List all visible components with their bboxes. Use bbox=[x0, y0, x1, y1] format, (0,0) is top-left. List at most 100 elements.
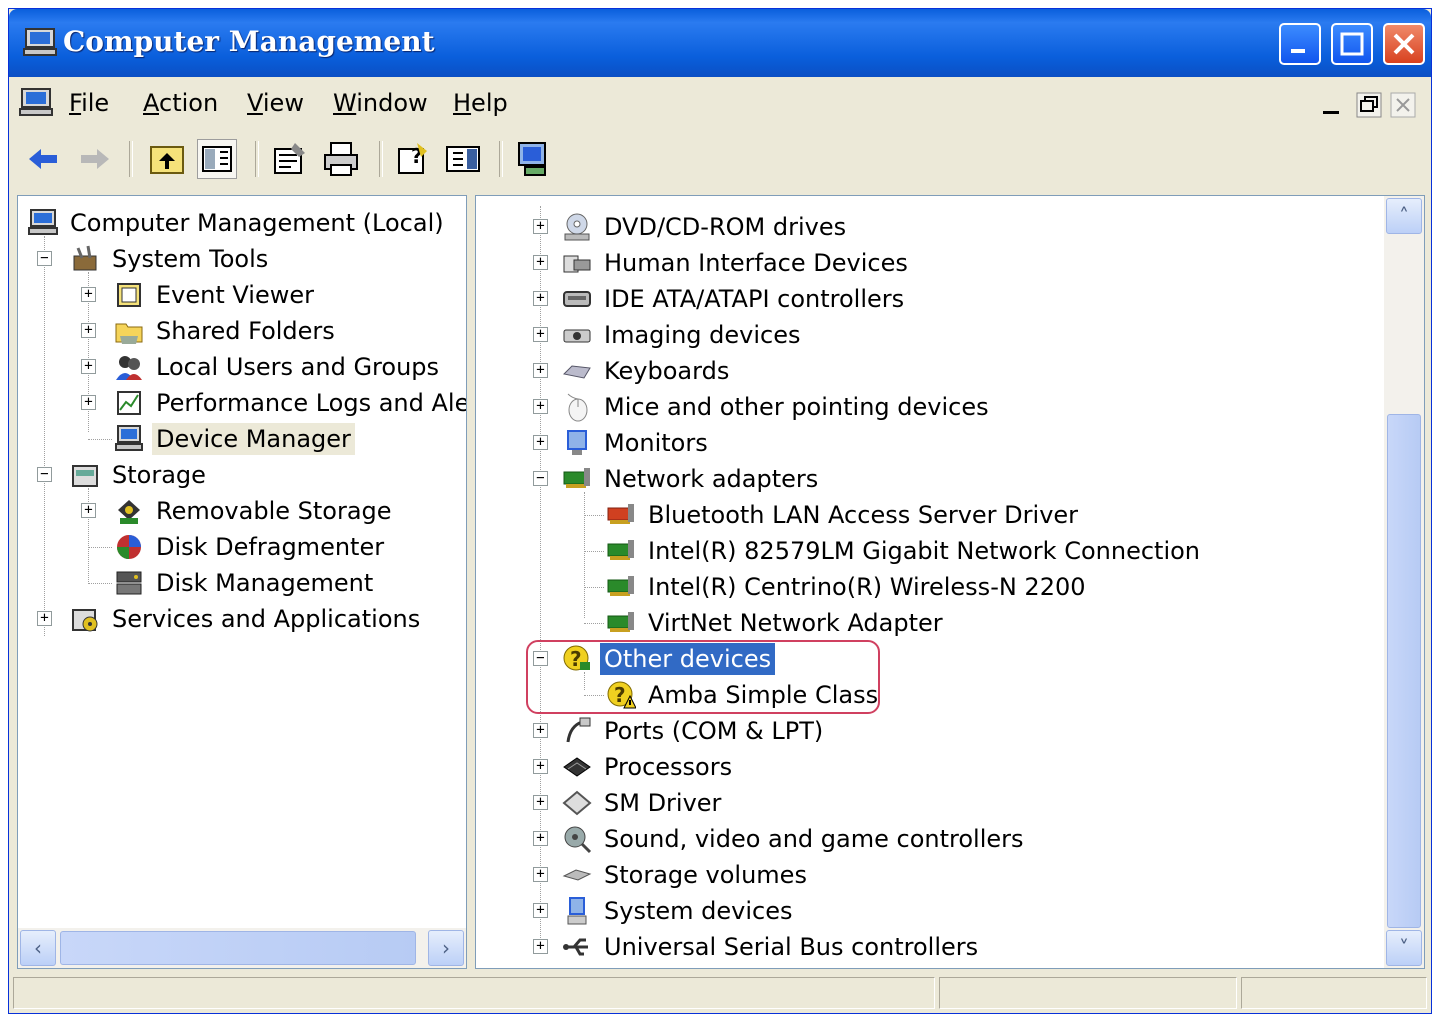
expand-icon[interactable]: + bbox=[533, 759, 548, 774]
device-category-network[interactable]: Network adapters bbox=[562, 462, 822, 496]
tree-node-disk-management[interactable]: Disk Management bbox=[114, 566, 377, 600]
tree-node-label: Removable Storage bbox=[156, 497, 392, 525]
keyboard-icon bbox=[562, 365, 591, 379]
collapse-icon[interactable]: − bbox=[37, 251, 52, 266]
expand-icon[interactable]: + bbox=[533, 399, 548, 414]
device-category-hid[interactable]: Human Interface Devices bbox=[562, 246, 912, 280]
device-category-other[interactable]: ? Other devices bbox=[562, 642, 776, 676]
expand-icon[interactable]: + bbox=[533, 903, 548, 918]
computer-icon bbox=[28, 209, 58, 235]
forward-arrow-icon[interactable] bbox=[75, 139, 115, 179]
menu-help[interactable]: Help bbox=[453, 89, 508, 117]
imaging-icon bbox=[563, 329, 591, 343]
device-bluetooth-lan[interactable]: Bluetooth LAN Access Server Driver bbox=[606, 498, 1082, 532]
scroll-thumb[interactable] bbox=[60, 931, 416, 965]
expand-icon[interactable]: + bbox=[533, 939, 548, 954]
help-icon[interactable]: ? bbox=[393, 139, 433, 179]
device-category-sound[interactable]: Sound, video and game controllers bbox=[562, 822, 1028, 856]
device-intel-wireless[interactable]: Intel(R) Centrino(R) Wireless-N 2200 bbox=[606, 570, 1090, 604]
menu-view[interactable]: View bbox=[247, 89, 304, 117]
expand-icon[interactable]: + bbox=[533, 831, 548, 846]
scroll-thumb[interactable] bbox=[1387, 414, 1421, 928]
menu-action[interactable]: Action bbox=[143, 89, 218, 117]
collapse-icon[interactable]: − bbox=[533, 471, 548, 486]
window-title: Computer Management bbox=[63, 25, 435, 58]
tree-node-event-viewer[interactable]: Event Viewer bbox=[114, 278, 318, 312]
title-bar[interactable]: Computer Management bbox=[9, 9, 1431, 77]
device-category-storage-volumes[interactable]: Storage volumes bbox=[562, 858, 811, 892]
scroll-up-button[interactable]: ˄ bbox=[1386, 198, 1422, 234]
device-amba-simple-class[interactable]: ? Amba Simple Class bbox=[606, 678, 882, 712]
tree-node-label: Intel(R) 82579LM Gigabit Network Connect… bbox=[648, 537, 1200, 565]
expand-icon[interactable]: + bbox=[81, 503, 96, 518]
up-folder-icon[interactable] bbox=[147, 139, 187, 179]
menu-window[interactable]: Window bbox=[333, 89, 428, 117]
expand-icon[interactable]: + bbox=[81, 287, 96, 302]
device-category-sm-driver[interactable]: SM Driver bbox=[562, 786, 725, 820]
expand-icon[interactable]: + bbox=[533, 435, 548, 450]
print-icon[interactable] bbox=[321, 139, 361, 179]
tree-node-local-users-groups[interactable]: Local Users and Groups bbox=[114, 350, 443, 384]
minimize-button[interactable] bbox=[1279, 23, 1321, 65]
expand-icon[interactable]: + bbox=[533, 795, 548, 810]
mdi-window-controls[interactable] bbox=[1317, 89, 1427, 119]
show-hide-action-pane-icon[interactable] bbox=[443, 139, 483, 179]
tree-node-label: Amba Simple Class bbox=[648, 681, 879, 709]
expand-icon[interactable]: + bbox=[81, 359, 96, 374]
event-viewer-icon bbox=[117, 283, 141, 307]
device-virtnet[interactable]: VirtNet Network Adapter bbox=[606, 606, 947, 640]
tree-node-shared-folders[interactable]: Shared Folders bbox=[114, 314, 339, 348]
properties-icon[interactable] bbox=[269, 139, 309, 179]
device-category-keyboards[interactable]: Keyboards bbox=[562, 354, 733, 388]
maximize-button[interactable] bbox=[1331, 23, 1373, 65]
mouse-icon bbox=[567, 393, 588, 422]
expand-icon[interactable]: + bbox=[533, 219, 548, 234]
users-icon bbox=[116, 356, 142, 380]
scroll-left-button[interactable]: ‹ bbox=[20, 930, 56, 966]
tree-node-services-applications[interactable]: Services and Applications bbox=[70, 602, 424, 636]
menu-bar: File Action View Window Help bbox=[9, 79, 1431, 127]
tree-node-disk-defragmenter[interactable]: Disk Defragmenter bbox=[114, 530, 388, 564]
device-category-processors[interactable]: Processors bbox=[562, 750, 736, 784]
collapse-icon[interactable]: − bbox=[533, 651, 548, 666]
close-button[interactable] bbox=[1383, 23, 1425, 65]
scroll-right-button[interactable]: › bbox=[428, 930, 464, 966]
device-intel-gigabit[interactable]: Intel(R) 82579LM Gigabit Network Connect… bbox=[606, 534, 1204, 568]
expand-icon[interactable]: + bbox=[533, 867, 548, 882]
tree-node-computer-management[interactable]: Computer Management (Local) bbox=[28, 206, 448, 240]
device-category-ide[interactable]: IDE ATA/ATAPI controllers bbox=[562, 282, 908, 316]
expand-icon[interactable]: + bbox=[533, 291, 548, 306]
device-category-imaging[interactable]: Imaging devices bbox=[562, 318, 804, 352]
device-category-system[interactable]: System devices bbox=[562, 894, 796, 928]
show-hide-tree-button[interactable] bbox=[197, 139, 237, 179]
device-category-usb[interactable]: Universal Serial Bus controllers bbox=[562, 930, 982, 964]
horizontal-scrollbar[interactable]: ‹ › bbox=[18, 928, 466, 968]
scan-hardware-icon[interactable] bbox=[513, 139, 553, 179]
status-cell-secondary bbox=[939, 977, 1237, 1009]
back-arrow-icon[interactable] bbox=[23, 139, 63, 179]
expand-icon[interactable]: + bbox=[533, 255, 548, 270]
device-category-ports[interactable]: Ports (COM & LPT) bbox=[562, 714, 827, 748]
menu-file[interactable]: File bbox=[69, 89, 109, 117]
tree-node-label: Imaging devices bbox=[604, 321, 801, 349]
device-category-dvd[interactable]: DVD/CD-ROM drives bbox=[562, 210, 850, 244]
device-category-monitors[interactable]: Monitors bbox=[562, 426, 712, 460]
collapse-icon[interactable]: − bbox=[37, 467, 52, 482]
device-category-mice[interactable]: Mice and other pointing devices bbox=[562, 390, 993, 424]
expand-icon[interactable]: + bbox=[533, 363, 548, 378]
scroll-down-button[interactable]: ˅ bbox=[1386, 930, 1422, 966]
tree-node-device-manager[interactable]: Device Manager bbox=[114, 422, 355, 456]
tree-node-performance-logs[interactable]: Performance Logs and Alert: bbox=[114, 386, 466, 420]
expand-icon[interactable]: + bbox=[81, 395, 96, 410]
tree-node-storage[interactable]: Storage bbox=[70, 458, 210, 492]
expand-icon[interactable]: + bbox=[533, 327, 548, 342]
expand-icon[interactable]: + bbox=[81, 323, 96, 338]
hid-icon bbox=[563, 255, 591, 273]
expand-icon[interactable]: + bbox=[533, 723, 548, 738]
vertical-scrollbar[interactable]: ˄ ˅ bbox=[1384, 196, 1424, 968]
computer-icon[interactable] bbox=[19, 87, 53, 119]
expand-icon[interactable]: + bbox=[37, 611, 52, 626]
tree-node-removable-storage[interactable]: Removable Storage bbox=[114, 494, 396, 528]
status-cell-tertiary bbox=[1241, 977, 1427, 1009]
tree-node-system-tools[interactable]: System Tools bbox=[70, 242, 272, 276]
